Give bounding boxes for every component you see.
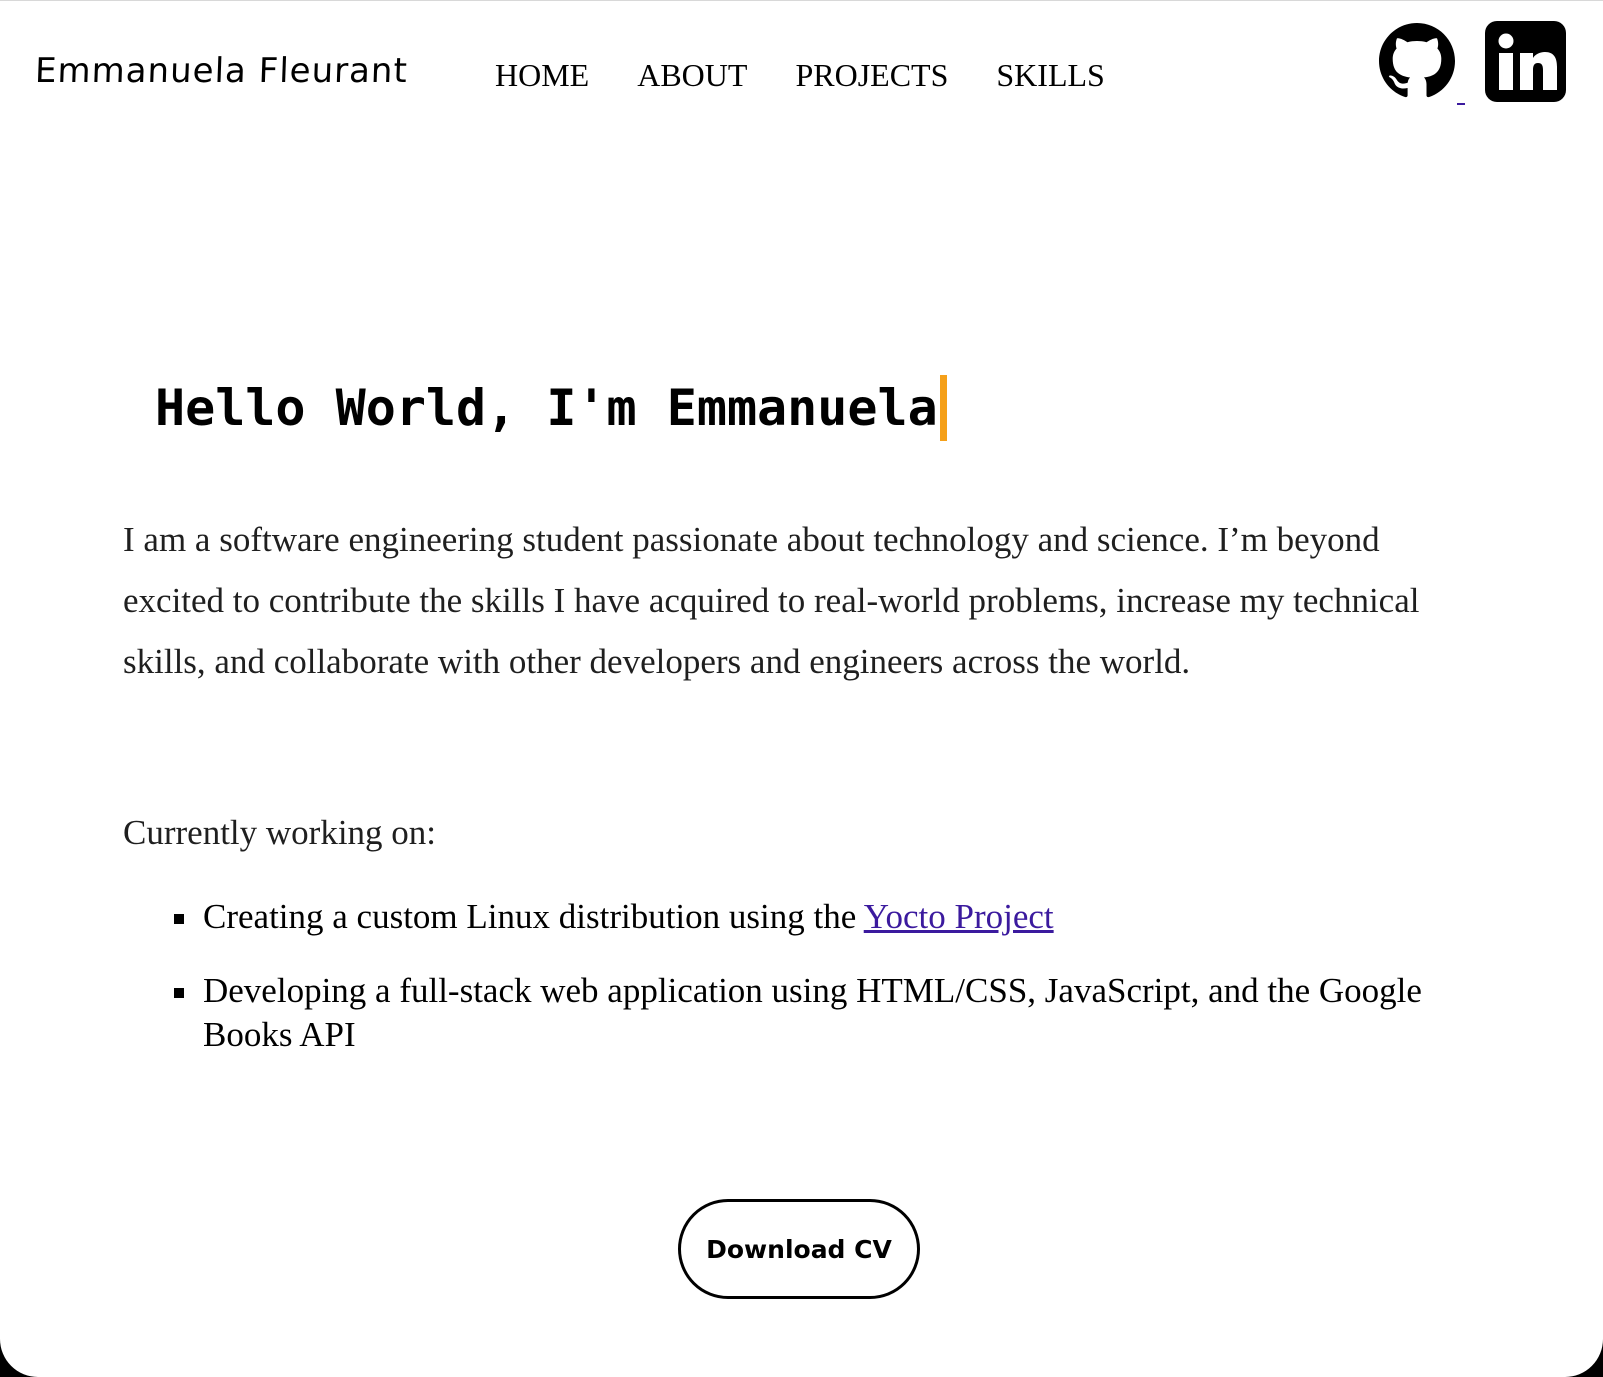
list-item-text: Developing a full-stack web application …: [203, 971, 1422, 1054]
linkedin-icon: [1485, 21, 1566, 102]
nav-home[interactable]: HOME: [495, 57, 589, 94]
working-on-list: Creating a custom Linux distribution usi…: [174, 895, 1463, 1087]
intro-paragraph: I am a software engineering student pass…: [123, 520, 1420, 681]
list-item: Developing a full-stack web application …: [174, 969, 1463, 1057]
github-link-underline: [1457, 103, 1465, 105]
main-nav: HOME ABOUT PROJECTS SKILLS: [495, 57, 1105, 94]
nav-projects[interactable]: PROJECTS: [795, 57, 948, 94]
list-item-text: Creating a custom Linux distribution usi…: [203, 897, 864, 936]
bullet-icon: [174, 914, 184, 924]
site-logo[interactable]: Emmanuela Fleurant: [34, 51, 408, 91]
hero-title-text: Hello World, I'm Emmanuela: [155, 379, 938, 437]
github-icon: [1379, 23, 1455, 98]
hero-title: Hello World, I'm Emmanuela: [155, 375, 947, 441]
page: Emmanuela Fleurant HOME ABOUT PROJECTS S…: [0, 0, 1603, 1377]
nav-about[interactable]: ABOUT: [637, 57, 747, 94]
github-link[interactable]: [1377, 21, 1465, 109]
site-header: Emmanuela Fleurant HOME ABOUT PROJECTS S…: [0, 1, 1603, 151]
yocto-project-link[interactable]: Yocto Project: [864, 897, 1054, 936]
nav-skills[interactable]: SKILLS: [996, 57, 1104, 94]
list-item: Creating a custom Linux distribution usi…: [174, 895, 1463, 939]
working-on-label: Currently working on:: [123, 813, 437, 852]
linkedin-link[interactable]: [1485, 21, 1566, 102]
typing-cursor: [939, 375, 947, 441]
bullet-icon: [174, 988, 184, 998]
social-links: [1377, 21, 1566, 109]
download-cv-button[interactable]: Download CV: [678, 1199, 920, 1299]
